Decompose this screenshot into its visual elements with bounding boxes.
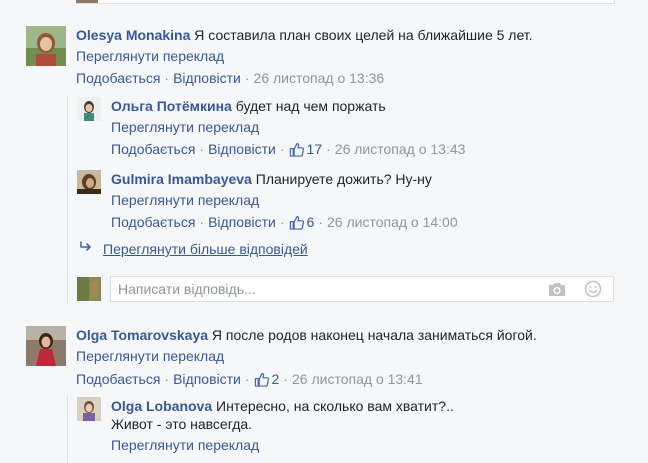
reply-text: будет над чем поржать xyxy=(235,98,386,114)
camera-icon[interactable] xyxy=(547,280,567,298)
like-link[interactable]: Подобається xyxy=(111,141,195,157)
reply-text-line: Ольга Потёмкина будет над чем поржать xyxy=(111,97,386,115)
timestamp[interactable]: 26 листопад о 13:41 xyxy=(292,371,423,387)
like-count-value: 6 xyxy=(306,214,315,230)
comment-actions: Подобається · Відповісти · 26 листопад о 13:… xyxy=(76,70,385,86)
reply-link[interactable]: Відповісти xyxy=(173,70,241,86)
see-translation-link[interactable]: Переглянути переклад xyxy=(111,436,259,454)
comment-author[interactable]: Olesya Monakina xyxy=(76,27,190,43)
reply-text: Интересно, на сколько вам хватит?.. xyxy=(216,398,454,414)
thumbs-up-icon xyxy=(289,216,304,230)
reply-author[interactable]: Olga Lobanova xyxy=(111,398,212,414)
reply-text: Планируете дожить? Ну-ну xyxy=(255,171,432,187)
timestamp[interactable]: 26 листопад о 13:36 xyxy=(254,70,385,86)
timestamp[interactable]: 26 листопад о 13:43 xyxy=(335,141,466,157)
see-translation-link[interactable]: Переглянути переклад xyxy=(76,47,224,65)
reply-author[interactable]: Ольга Потёмкина xyxy=(111,98,232,114)
comment-author[interactable]: Olga Tomarovskaya xyxy=(76,327,208,343)
like-link[interactable]: Подобається xyxy=(111,214,195,230)
reply-composer xyxy=(110,276,614,302)
reply-text-continued: Живот - это навсегда. xyxy=(111,416,253,432)
avatar-olga-tomarovskaya[interactable] xyxy=(26,326,66,366)
reply-text-line: Olga Lobanova Интересно, на сколько вам … xyxy=(111,397,454,415)
smiley-icon[interactable] xyxy=(584,280,602,298)
avatar-olga-potemkina[interactable] xyxy=(77,97,101,121)
view-more-replies-link[interactable]: Переглянути більше відповідей xyxy=(103,240,308,258)
comment-text: Я составила план своих целей на ближайши… xyxy=(194,27,533,43)
reply-link[interactable]: Відповісти xyxy=(208,214,276,230)
previous-avatar xyxy=(76,0,98,3)
reply-text-line: Gulmira Imambayeva Планируете дожить? Ну… xyxy=(111,170,432,188)
reply-input[interactable] xyxy=(111,277,538,301)
comment-text: Я после родов наконец начала заниматься … xyxy=(211,327,537,343)
current-user-avatar xyxy=(77,277,101,301)
reply-actions: Подобається · Відповісти · 6 · 26 листопад о 1… xyxy=(111,214,458,230)
thread-line xyxy=(67,395,68,463)
see-translation-link[interactable]: Переглянути переклад xyxy=(111,118,259,136)
previous-reply-box xyxy=(76,0,615,4)
reply-link[interactable]: Відповісти xyxy=(208,141,276,157)
see-translation-link[interactable]: Переглянути переклад xyxy=(76,347,224,365)
like-count[interactable]: 17 xyxy=(289,141,323,157)
avatar-olesya-monakina[interactable] xyxy=(26,26,66,66)
comment-actions: Подобається · Відповісти · 2 · 26 листопад о 1… xyxy=(76,371,423,387)
reply-actions: Подобається · Відповісти · 17 · 26 листопад о … xyxy=(111,141,466,157)
like-count[interactable]: 2 xyxy=(254,371,280,387)
thread-line xyxy=(67,95,68,303)
like-count-value: 17 xyxy=(306,141,323,157)
reply-link[interactable]: Відповісти xyxy=(173,371,241,387)
like-link[interactable]: Подобається xyxy=(76,371,160,387)
thumbs-up-icon xyxy=(289,143,304,157)
like-count-value: 2 xyxy=(271,371,280,387)
like-count[interactable]: 6 xyxy=(289,214,315,230)
avatar-gulmira-imambayeva[interactable] xyxy=(77,170,101,194)
timestamp[interactable]: 26 листопад о 14:00 xyxy=(327,214,458,230)
reply-arrow-icon xyxy=(80,241,91,251)
reply-author[interactable]: Gulmira Imambayeva xyxy=(111,171,252,187)
avatar-olga-lobanova[interactable] xyxy=(77,397,101,421)
thumbs-up-icon xyxy=(254,373,269,387)
comment-text-line: Olga Tomarovskaya Я после родов наконец … xyxy=(76,326,537,344)
like-link[interactable]: Подобається xyxy=(76,70,160,86)
comment-text-line: Olesya Monakina Я составила план своих ц… xyxy=(76,26,533,44)
see-translation-link[interactable]: Переглянути переклад xyxy=(111,191,259,209)
